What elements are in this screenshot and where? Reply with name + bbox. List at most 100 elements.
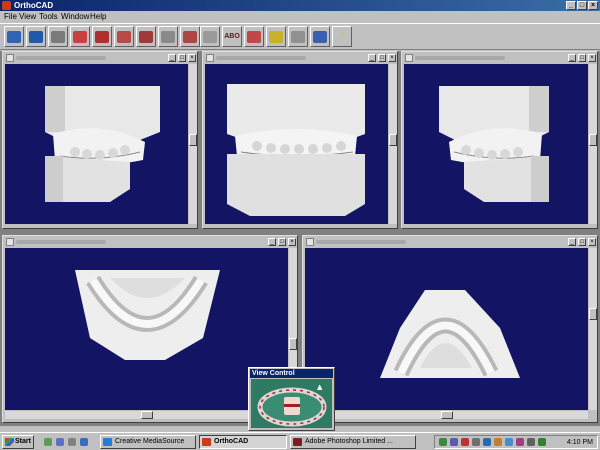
svg-text:▲: ▲ [317,383,323,391]
model-viewport[interactable] [5,248,288,410]
view-control-body: ▲ [251,379,332,428]
document-icon [405,54,413,62]
open-folder-button[interactable] [4,26,24,47]
task-creative-mediasource[interactable]: Creative MediaSource [100,435,196,449]
model-viewport[interactable] [404,64,588,224]
model-upper-button[interactable] [70,26,90,47]
model-window-title-bar[interactable]: _ □ × [304,237,596,247]
quicklaunch-explorer-icon[interactable] [80,438,88,446]
model-compare-icon [95,30,109,43]
model-layout-button[interactable] [114,26,134,47]
document-icon [6,238,14,246]
tray-icon-audio[interactable] [494,438,502,446]
clock: 4:10 PM [566,439,593,446]
window-title-bar[interactable]: OrthoCAD _ □ × [0,0,600,11]
view-control-panel[interactable]: View Control ▲ [248,367,335,431]
vertical-scrollbar[interactable] [589,248,597,410]
abo-score-button[interactable]: ABO [222,26,242,47]
window-minimize-button[interactable]: _ [168,54,176,62]
tray-icon-sync[interactable] [538,438,546,446]
vertical-scrollbar[interactable] [589,64,597,224]
taskbar: Start Creative MediaSource OrthoCAD Adob… [0,432,600,450]
model-window-right-lateral[interactable]: _ □ × [401,51,598,229]
model-window-title-bar[interactable]: _ □ × [204,53,396,63]
save-icon [29,30,43,43]
save-button[interactable] [26,26,46,47]
window-maximize-button[interactable]: □ [178,54,186,62]
window-close-button[interactable]: × [188,54,196,62]
window-minimize-button[interactable]: _ [368,54,376,62]
tray-icon-network[interactable] [439,438,447,446]
tray-icon-antivirus[interactable] [461,438,469,446]
model-compare-button[interactable] [92,26,112,47]
annotate-button[interactable] [266,26,286,47]
tray-icon-media[interactable] [516,438,524,446]
window-caption-blurred [16,56,106,60]
model-window-upper-occlusal[interactable]: _ □ × [302,235,598,423]
window-maximize-button[interactable]: □ [578,238,586,246]
tray-icon-monitor[interactable] [450,438,458,446]
window-maximize-button[interactable]: □ [278,238,286,246]
tray-icon-speaker[interactable] [527,438,535,446]
document-icon [306,238,314,246]
window-minimize-button[interactable]: _ [568,54,576,62]
arch-form-icon [313,30,327,43]
model-viewport[interactable] [305,248,588,410]
model-front-button[interactable] [158,26,178,47]
tray-icon-task[interactable] [505,438,513,446]
menu-help[interactable]: Help [90,12,106,22]
quicklaunch-settings-icon[interactable] [68,438,76,446]
window-maximize-button[interactable]: □ [578,54,586,62]
model-window-title-bar[interactable]: _ □ × [4,237,296,247]
annotate-icon [269,30,283,43]
ruler-button[interactable] [288,26,308,47]
model-viewport[interactable] [5,64,188,224]
window-close-button[interactable]: × [588,238,596,246]
menu-window[interactable]: Window [61,12,89,22]
rotation-dial[interactable]: ▲ [251,379,334,430]
window-maximize-button[interactable]: □ [378,54,386,62]
arch-form-button[interactable] [310,26,330,47]
quicklaunch-desktop-icon[interactable] [44,438,52,446]
window-close-button[interactable]: × [388,54,396,62]
window-minimize-button[interactable]: _ [568,238,576,246]
vertical-scrollbar[interactable] [389,64,397,224]
window-minimize-button[interactable]: _ [268,238,276,246]
quicklaunch-browser-icon[interactable] [56,438,64,446]
close-button[interactable]: × [588,1,598,10]
model-window-left-lateral[interactable]: _ □ × [2,51,198,229]
task-orthocad[interactable]: OrthoCAD [199,435,287,449]
window-caption-blurred [415,56,505,60]
model-arch-button[interactable] [244,26,264,47]
start-button[interactable]: Start [2,435,34,449]
tray-icon-display[interactable] [483,438,491,446]
model-grid-button[interactable] [136,26,156,47]
horizontal-scrollbar[interactable] [5,411,288,419]
measure-icon [203,30,217,43]
maximize-button[interactable]: □ [577,1,587,10]
view-control-title: View Control [250,369,333,378]
window-caption-blurred [16,240,106,244]
window-caption-blurred [316,240,406,244]
model-window-title-bar[interactable]: _ □ × [4,53,196,63]
model-viewport[interactable] [205,64,388,224]
horizontal-scrollbar[interactable] [305,411,588,419]
task-photoshop[interactable]: Adobe Photoshop Limited ... [290,435,416,449]
window-close-button[interactable]: × [288,238,296,246]
menu-file[interactable]: File [4,12,17,22]
model-window-title-bar[interactable]: _ □ × [403,53,596,63]
model-window-frontal[interactable]: _ □ × [202,51,398,229]
minimize-button[interactable]: _ [566,1,576,10]
menu-tools[interactable]: Tools [39,12,58,22]
help-button[interactable]: ? [332,26,352,47]
upper-arch-model-image [380,290,520,378]
menu-view[interactable]: View [19,12,36,22]
tray-icon-printer[interactable] [472,438,480,446]
print-button[interactable] [48,26,68,47]
print-icon [51,30,65,43]
menu-bar: File View Tools Window Help [0,11,600,23]
vertical-scrollbar[interactable] [189,64,197,224]
measure-button[interactable] [200,26,220,47]
window-close-button[interactable]: × [588,54,596,62]
model-stack-button[interactable] [180,26,200,47]
